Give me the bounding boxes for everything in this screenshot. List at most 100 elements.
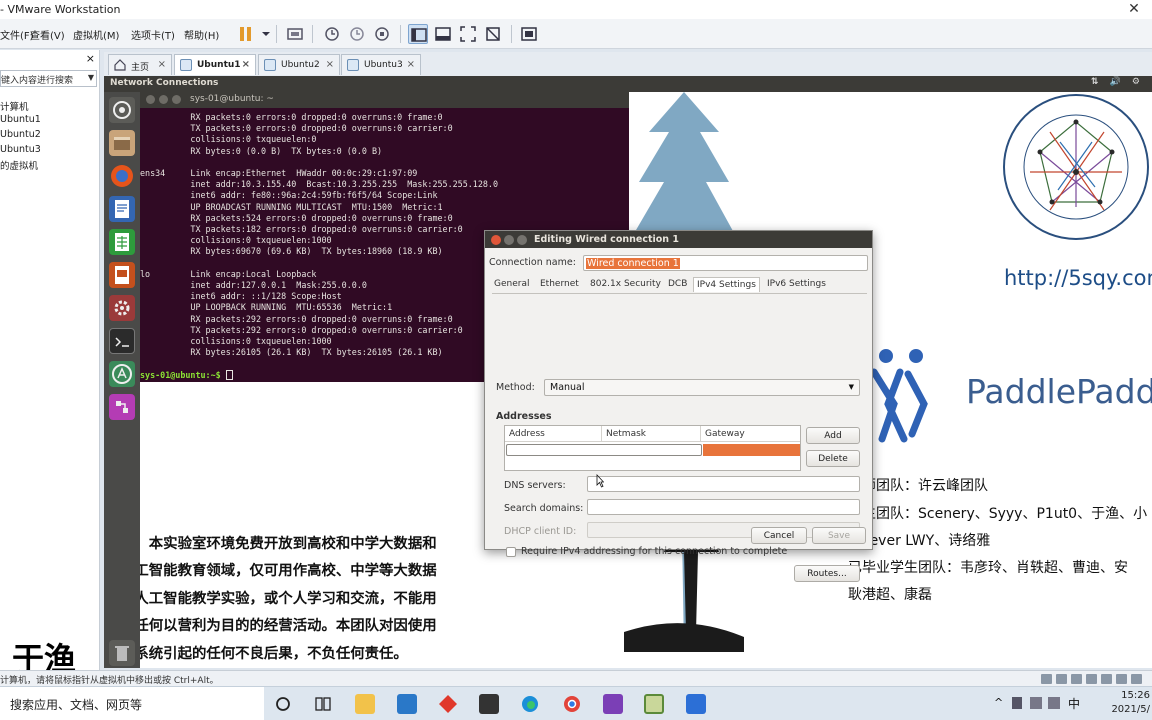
cancel-button[interactable]: Cancel <box>751 527 807 544</box>
addresses-table[interactable]: Address Netmask Gateway <box>504 425 801 471</box>
thumbnail-bar-icon[interactable] <box>433 24 453 44</box>
close-icon[interactable] <box>146 95 155 104</box>
chevron-down-icon[interactable] <box>256 24 270 44</box>
files-icon[interactable] <box>109 130 135 156</box>
snapshot-icon[interactable] <box>322 24 342 44</box>
guest-screen[interactable]: Network Connections ⇅ 🔊 ⚙ http://5sqy.co… <box>104 76 1152 668</box>
chevron-up-icon[interactable]: ^ <box>994 696 1003 709</box>
edit-connection-dialog[interactable]: Editing Wired connection 1 Connection na… <box>484 230 873 582</box>
edge-icon[interactable] <box>520 694 540 714</box>
add-button[interactable]: Add <box>806 427 860 444</box>
maximize-icon[interactable] <box>172 95 181 104</box>
library-item-ubuntu1[interactable]: Ubuntu1 <box>0 114 41 125</box>
menu-vm[interactable]: 虚拟机(M) <box>73 27 119 42</box>
library-toggle-icon[interactable] <box>408 24 428 44</box>
terminal-icon[interactable] <box>109 328 135 354</box>
method-select[interactable]: Manual ▼ <box>544 379 860 396</box>
unity-icon[interactable] <box>483 24 503 44</box>
device-status-icons[interactable] <box>1037 674 1142 684</box>
network-connections-icon[interactable] <box>109 394 135 420</box>
column-netmask[interactable]: Netmask <box>602 426 701 442</box>
calc-icon[interactable] <box>109 229 135 255</box>
tab-ipv4-settings[interactable]: IPv4 Settings <box>693 277 760 292</box>
require-ipv4-checkbox[interactable] <box>506 547 516 557</box>
software-updater-icon[interactable] <box>109 361 135 387</box>
vm-icon <box>347 59 359 71</box>
require-ipv4-label: Require IPv4 addressing for this connect… <box>521 546 788 557</box>
minimize-icon[interactable] <box>504 235 514 245</box>
tab-ubuntu3[interactable]: Ubuntu3 × <box>341 54 421 75</box>
column-gateway[interactable]: Gateway <box>701 426 800 442</box>
library-item-ubuntu3[interactable]: Ubuntu3 <box>0 144 41 155</box>
network-icon[interactable] <box>1030 697 1042 709</box>
tab-ubuntu1[interactable]: Ubuntu1 × <box>174 54 256 75</box>
app-icon-dark[interactable] <box>479 694 499 714</box>
address-cell-editor[interactable] <box>506 444 702 456</box>
clock[interactable]: 15:26 2021/5/ <box>1111 689 1150 717</box>
close-icon[interactable]: × <box>86 52 95 65</box>
search-domains-input[interactable] <box>587 499 860 515</box>
gateway-cell-selected[interactable] <box>703 444 800 456</box>
taskbar-search-input[interactable]: 搜索应用、文档、网页等 <box>0 687 264 720</box>
firefox-icon[interactable] <box>109 163 135 189</box>
snapshot-manager-icon[interactable] <box>372 24 392 44</box>
chrome-icon[interactable] <box>562 694 582 714</box>
status-text: 计算机，请将鼠标指针从虚拟机中移出或按 Ctrl+Alt。 <box>0 676 219 686</box>
menu-help[interactable]: 帮助(H) <box>184 27 219 42</box>
pause-icon[interactable] <box>236 24 256 44</box>
close-icon[interactable]: × <box>326 59 334 70</box>
menu-view[interactable]: 查看(V) <box>30 27 65 42</box>
app-icon-blue[interactable] <box>686 694 706 714</box>
connection-name-input[interactable]: Wired connection 1 <box>583 255 868 271</box>
dash-icon[interactable] <box>109 97 135 123</box>
library-item-computer[interactable]: 计算机 <box>0 99 29 113</box>
impress-icon[interactable] <box>109 262 135 288</box>
routes-button[interactable]: Routes... <box>794 565 860 582</box>
system-tray[interactable]: ^ 中 15:26 2021/5/ <box>992 687 1152 720</box>
close-icon[interactable]: × <box>407 59 415 70</box>
tab-ubuntu2[interactable]: Ubuntu2 × <box>258 54 340 75</box>
indicator-icons[interactable]: ⇅ 🔊 ⚙ <box>1091 77 1144 87</box>
save-button[interactable]: Save <box>812 527 866 544</box>
cortana-icon[interactable] <box>273 694 293 714</box>
ime-indicator[interactable]: 中 <box>1068 695 1080 712</box>
maximize-icon[interactable] <box>517 235 527 245</box>
send-keys-icon[interactable] <box>285 24 305 44</box>
dns-servers-input[interactable] <box>587 476 860 492</box>
revert-snapshot-icon[interactable] <box>347 24 367 44</box>
library-item-ubuntu2[interactable]: Ubuntu2 <box>0 129 41 140</box>
task-view-icon[interactable] <box>313 694 333 714</box>
close-icon[interactable]: × <box>158 59 166 70</box>
tab-home[interactable]: 主页 × <box>108 54 172 75</box>
close-icon[interactable] <box>491 235 501 245</box>
onenote-icon[interactable] <box>603 694 623 714</box>
tab-general[interactable]: General <box>491 277 532 291</box>
menu-tabs[interactable]: 选项卡(T) <box>131 27 175 42</box>
fullscreen-icon[interactable] <box>458 24 478 44</box>
close-icon[interactable]: ✕ <box>1122 0 1146 19</box>
menu-file[interactable]: 文件(F) <box>0 27 34 42</box>
file-explorer-icon[interactable] <box>355 694 375 714</box>
terminal-title-bar: sys-01@ubuntu: ~ <box>140 92 629 108</box>
vmware-taskbar-icon[interactable] <box>644 694 664 714</box>
mail-icon[interactable] <box>397 694 417 714</box>
system-settings-icon[interactable] <box>109 295 135 321</box>
battery-icon[interactable] <box>1012 697 1022 709</box>
window-title-bar: - VMware Workstation ✕ <box>0 0 1152 19</box>
tab-ipv6-settings[interactable]: IPv6 Settings <box>764 277 829 291</box>
tab-ethernet[interactable]: Ethernet <box>537 277 582 291</box>
minimize-icon[interactable] <box>159 95 168 104</box>
volume-icon[interactable] <box>1048 697 1060 709</box>
chevron-down-icon[interactable]: ▼ <box>88 73 94 82</box>
console-view-icon[interactable] <box>519 24 539 44</box>
writer-icon[interactable] <box>109 196 135 222</box>
tab-8021x-security[interactable]: 802.1x Security <box>587 277 664 291</box>
delete-button[interactable]: Delete <box>806 450 860 467</box>
app-icon-red[interactable] <box>438 694 458 714</box>
column-address[interactable]: Address <box>505 426 602 442</box>
close-icon[interactable]: × <box>242 59 250 70</box>
tab-dcb[interactable]: DCB <box>665 277 690 291</box>
library-search-input[interactable]: 键入内容进行搜索 ▼ <box>0 70 97 87</box>
library-item-my-vms[interactable]: 的虚拟机 <box>0 158 38 172</box>
trash-icon[interactable] <box>109 640 135 666</box>
